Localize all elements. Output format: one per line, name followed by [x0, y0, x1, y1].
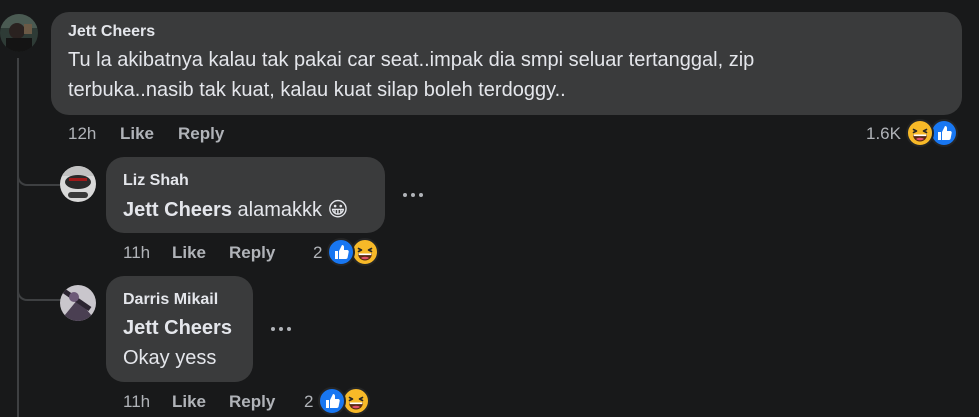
reply-time[interactable]: 11h: [123, 243, 150, 263]
comment-actions: 12h Like Reply: [68, 124, 368, 146]
thread-branch: [17, 170, 61, 186]
reply-message: alamakkk: [237, 199, 322, 221]
laugh-icon: [906, 119, 934, 147]
reaction-count: 2: [313, 243, 323, 262]
more-options-button[interactable]: [266, 314, 296, 344]
avatar[interactable]: [60, 285, 96, 321]
comment-text-line-2: terbuka..nasib tak kuat, kalau kuat sila…: [68, 79, 566, 101]
like-icon: [318, 387, 346, 415]
avatar[interactable]: [60, 166, 96, 202]
reply-message: Okay yess: [123, 347, 217, 369]
comment-text-line-1: Tu la akibatnya kalau tak pakai car seat…: [68, 49, 755, 71]
reaction-count: 1.6K: [866, 124, 901, 143]
thread-branch: [17, 285, 61, 301]
comment-author[interactable]: Jett Cheers: [68, 23, 155, 41]
reply-actions: 11h Like Reply: [123, 243, 343, 265]
reply-button[interactable]: Reply: [229, 243, 275, 263]
reaction-summary[interactable]: 2: [304, 387, 376, 417]
reply-text: Jett Cheers alamakkk 😀: [123, 195, 348, 225]
like-button[interactable]: Like: [120, 124, 154, 144]
like-button[interactable]: Like: [172, 243, 206, 263]
thread-line: [17, 58, 19, 417]
reply-button[interactable]: Reply: [229, 392, 275, 412]
reaction-summary[interactable]: 2: [313, 238, 385, 268]
mention-tag[interactable]: Jett Cheers: [123, 199, 232, 221]
like-icon: [327, 238, 355, 266]
reply-button[interactable]: Reply: [178, 124, 224, 144]
more-options-button[interactable]: [398, 180, 428, 210]
comment-time[interactable]: 12h: [68, 124, 96, 144]
comment-thread: Jett Cheers Tu la akibatnya kalau tak pa…: [0, 0, 979, 417]
reply-author[interactable]: Darris Mikail: [123, 291, 218, 309]
avatar[interactable]: [0, 14, 38, 52]
mention-tag[interactable]: Jett Cheers: [123, 313, 232, 343]
like-button[interactable]: Like: [172, 392, 206, 412]
laugh-icon: [342, 387, 370, 415]
reply-author[interactable]: Liz Shah: [123, 172, 189, 190]
laugh-icon: [351, 238, 379, 266]
reaction-summary[interactable]: 1.6K: [866, 119, 960, 149]
like-icon: [930, 119, 958, 147]
reply-time[interactable]: 11h: [123, 392, 150, 412]
grin-emoji: 😀: [327, 199, 349, 221]
reaction-count: 2: [304, 392, 314, 411]
